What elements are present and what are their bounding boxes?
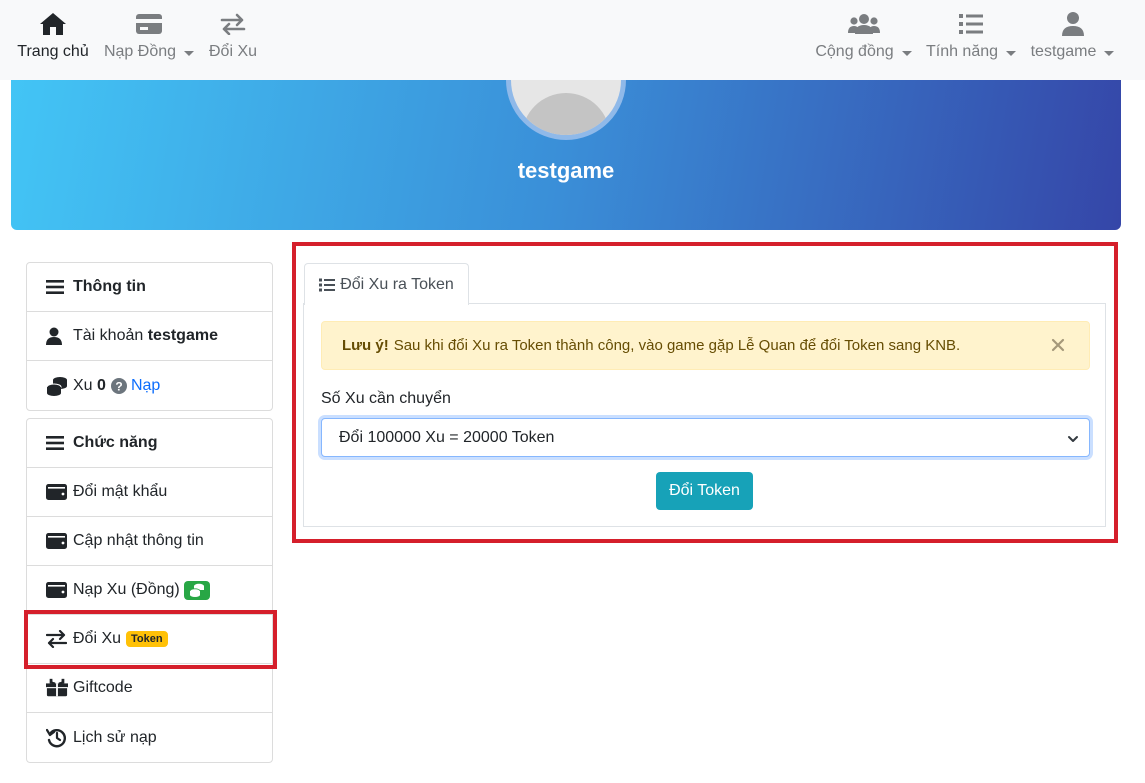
sidebar-functions-title: Chức năng	[73, 434, 158, 451]
chevron-down-icon	[1104, 50, 1115, 56]
card-icon	[135, 10, 163, 38]
sidebar-info-group: Thông tin Tài khoản testgame Xu 0 ? Nạp	[26, 262, 273, 411]
top-navbar: Trang chủ Nạp Đồng Đổi Xu Cộng đồng Tính…	[0, 0, 1145, 80]
list-icon	[319, 278, 336, 292]
wallet-icon	[46, 483, 68, 501]
help-icon[interactable]: ?	[110, 377, 127, 394]
doi-token-button[interactable]: Đổi Token	[656, 472, 753, 510]
warning-alert: Lưu ý! Sau khi đổi Xu ra Token thành côn…	[321, 321, 1090, 370]
banner-username: testgame	[517, 158, 615, 183]
exchange-card: Lưu ý! Sau khi đổi Xu ra Token thành côn…	[303, 303, 1106, 527]
sidebar-item-nap-xu[interactable]: Nạp Xu (Đồng)	[27, 566, 272, 615]
account-label: Tài khoản	[73, 327, 144, 344]
sidebar-functions-header: Chức năng	[27, 419, 272, 468]
svg-text:?: ?	[115, 379, 122, 393]
nav-cong-dong-label: Cộng đồng	[815, 43, 894, 60]
chevron-down-icon	[184, 50, 195, 56]
xu-amount-select[interactable]: Đổi 100000 Xu = 20000 Token	[321, 418, 1090, 457]
sidebar-item-label: Đổi Xu	[73, 630, 122, 647]
sidebar-item-history[interactable]: Lịch sử nạp	[27, 713, 272, 762]
sidebar-info-title: Thông tin	[73, 278, 146, 295]
sidebar-item-change-password[interactable]: Đổi mật khẩu	[27, 468, 272, 517]
user-icon	[1061, 10, 1085, 38]
nav-nap-dong[interactable]: Nạp Đồng	[103, 0, 195, 80]
menu-icon	[46, 435, 68, 451]
nav-user-label: testgame	[1030, 43, 1097, 60]
coins-icon	[189, 583, 204, 597]
avatar-body	[522, 93, 610, 135]
coins-badge	[183, 580, 210, 600]
select-value: Đổi 100000 Xu = 20000 Token	[339, 428, 555, 446]
exchange-icon	[220, 10, 246, 38]
list-icon	[958, 10, 984, 38]
sidebar-item-label: Cập nhật thông tin	[73, 532, 204, 549]
sidebar-xu-balance: Xu 0 ? Nạp	[27, 361, 272, 410]
xu-value: 0	[97, 376, 106, 394]
alert-text: Sau khi đổi Xu ra Token thành công, vào …	[393, 337, 961, 354]
account-name: testgame	[147, 327, 218, 344]
close-icon[interactable]	[1049, 336, 1067, 354]
nav-cong-dong[interactable]: Cộng đồng	[815, 0, 912, 80]
sidebar-account: Tài khoản testgame	[27, 312, 272, 361]
nav-tinh-nang[interactable]: Tính năng	[925, 0, 1017, 80]
nav-nap-dong-label: Nạp Đồng	[103, 43, 177, 60]
sidebar-info-header: Thông tin	[27, 263, 272, 312]
history-icon	[46, 728, 68, 748]
alert-strong: Lưu ý!	[342, 337, 389, 354]
nav-user-menu[interactable]: testgame	[1030, 0, 1115, 80]
sidebar-item-doi-xu[interactable]: Đổi Xu Token	[27, 615, 272, 664]
token-badge: Token	[126, 631, 168, 647]
sidebar-item-label: Nạp Xu (Đồng)	[73, 581, 180, 598]
nav-doi-xu-label: Đổi Xu	[208, 43, 258, 60]
topup-link[interactable]: Nạp	[131, 377, 160, 395]
chevron-down-icon	[1067, 432, 1079, 444]
user-icon	[46, 327, 68, 345]
xu-amount-label: Số Xu cần chuyển	[321, 390, 451, 407]
tab-label: Đổi Xu ra Token	[340, 275, 454, 293]
sidebar-item-label: Giftcode	[73, 679, 133, 696]
nav-home[interactable]: Trang chủ	[17, 0, 89, 80]
sidebar-item-update-info[interactable]: Cập nhật thông tin	[27, 517, 272, 566]
wallet-icon	[46, 532, 68, 550]
users-icon	[847, 10, 880, 38]
menu-icon	[46, 279, 68, 295]
sidebar-item-label: Lịch sử nạp	[73, 728, 157, 746]
tab-doi-xu-token[interactable]: Đổi Xu ra Token	[304, 263, 469, 305]
gift-icon	[46, 678, 68, 698]
sidebar-functions-group: Chức năng Đổi mật khẩu Cập nhật thông ti…	[26, 418, 273, 763]
chevron-down-icon	[901, 50, 912, 56]
chevron-down-icon	[1006, 50, 1017, 56]
exchange-icon	[46, 630, 68, 648]
home-icon	[39, 10, 67, 38]
sidebar-item-label: Đổi mật khẩu	[73, 483, 168, 500]
nav-doi-xu[interactable]: Đổi Xu	[208, 0, 258, 80]
nav-home-label: Trang chủ	[17, 43, 89, 60]
wallet-icon	[46, 581, 68, 599]
coins-icon	[46, 376, 68, 396]
xu-label: Xu	[73, 376, 93, 394]
nav-tinh-nang-label: Tính năng	[925, 43, 999, 60]
sidebar-item-giftcode[interactable]: Giftcode	[27, 664, 272, 713]
